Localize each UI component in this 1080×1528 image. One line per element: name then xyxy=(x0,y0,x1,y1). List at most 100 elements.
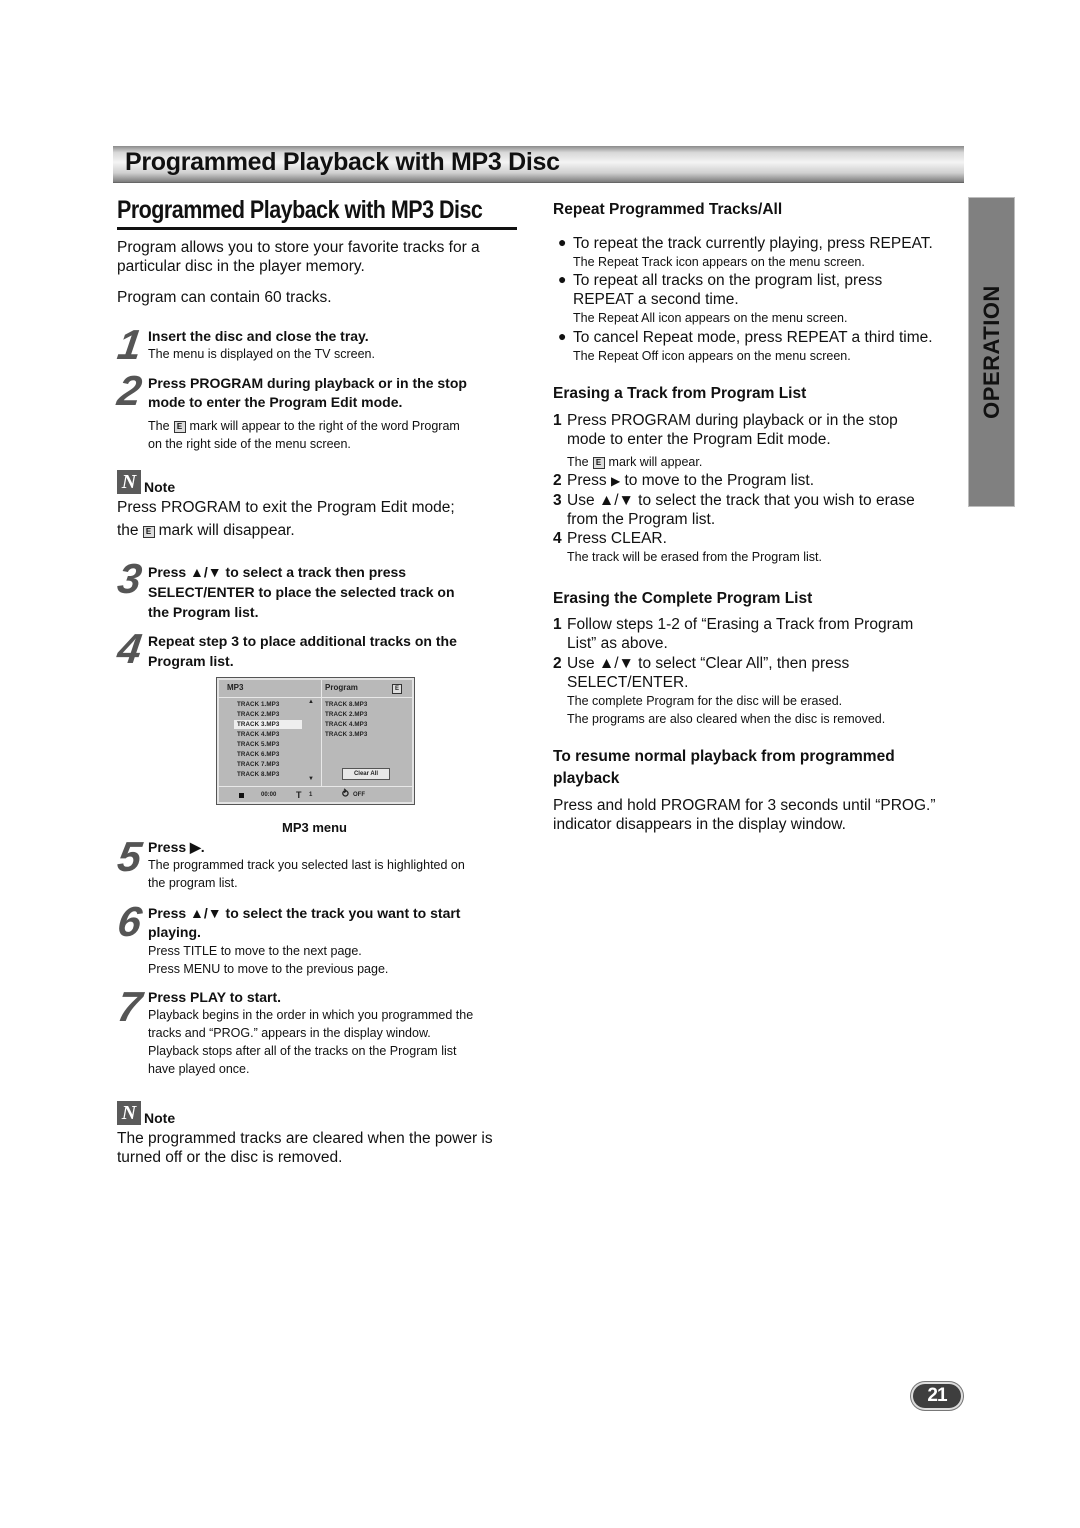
program-item[interactable]: TRACK 3.MP3 xyxy=(325,731,367,738)
erase-all-sub: The programs are also cleared when the d… xyxy=(567,712,886,726)
step-2: Press PROGRAM during playback or in the … xyxy=(148,374,467,453)
step-body: The Emark will appear to the right of the… xyxy=(148,417,467,435)
step-title: the Program list. xyxy=(148,604,259,620)
step-number-3: 3 xyxy=(114,555,145,602)
step-body: The programmed track you selected last i… xyxy=(148,858,465,872)
erase-all-line: Use ▲/▼ to select “Clear All”, then pres… xyxy=(567,655,850,672)
scroll-down-icon[interactable]: ▼ xyxy=(308,776,314,782)
erase-track-heading: Erasing a Track from Program List xyxy=(553,385,807,402)
step-title: SELECT/ENTER to place the selected track… xyxy=(148,584,455,600)
step-title: Press ▶. xyxy=(148,839,205,855)
erase-all-step-text: Use ▲/▼ to select “Clear All”, then pres… xyxy=(567,654,885,728)
note-text: turned off or the disc is removed. xyxy=(117,1149,343,1166)
page-number: 21 xyxy=(927,1385,947,1406)
step-title: Program list. xyxy=(148,653,234,669)
erase-track-steps: 1 Press PROGRAM during playback or in th… xyxy=(553,411,963,566)
edit-mark-icon: E xyxy=(392,684,402,694)
step-body: Press MENU to move to the previous page. xyxy=(148,962,389,976)
track-item[interactable]: TRACK 2.MP3 xyxy=(237,711,279,718)
step-title: Press ▲/▼ to select a track then press xyxy=(148,564,407,580)
track-item[interactable]: TRACK 1.MP3 xyxy=(237,701,279,708)
note-header: N Note xyxy=(117,1101,493,1125)
step-7: Press PLAY to start. Playback begins in … xyxy=(148,989,473,1078)
section-title-underline xyxy=(117,227,517,230)
note-text: The programmed tracks are cleared when t… xyxy=(117,1130,493,1147)
step-1: Insert the disc and close the tray. The … xyxy=(148,327,375,363)
track-item[interactable]: TRACK 7.MP3 xyxy=(237,761,279,768)
erase-step-line: Press PROGRAM during playback or in the … xyxy=(567,412,898,429)
header-banner: Programmed Playback with MP3 Disc xyxy=(113,146,964,183)
erase-step-text: Press PROGRAM during playback or in the … xyxy=(567,411,898,471)
erase-step-4: 4 Press CLEAR. The track will be erased … xyxy=(553,529,963,566)
step-number-5: 5 xyxy=(114,833,145,880)
erase-all-heading: Erasing the Complete Program List xyxy=(553,590,813,607)
track-item[interactable]: TRACK 5.MP3 xyxy=(237,741,279,748)
banner-title: Programmed Playback with MP3 Disc xyxy=(125,148,560,176)
step-3: Press ▲/▼ to select a track then press S… xyxy=(148,562,455,622)
step-num: 3 xyxy=(553,492,562,509)
erase-step-line: Use ▲/▼ to select the track that you wis… xyxy=(567,492,915,509)
note-icon: N xyxy=(117,1101,141,1125)
resume-heading: To resume normal playback from programme… xyxy=(553,746,895,790)
erase-step-text: Press ▶ to move to the Program list. xyxy=(567,471,814,491)
menu-header: MP3 Program E xyxy=(217,678,414,698)
repeat-item-text: To cancel Repeat mode, press REPEAT a th… xyxy=(573,329,933,346)
erase-step-1: 1 Press PROGRAM during playback or in th… xyxy=(553,411,963,471)
step-body: on the right side of the menu screen. xyxy=(148,437,351,451)
step-num: 2 xyxy=(553,472,562,489)
title-number: 1 xyxy=(309,792,313,798)
step-4: Repeat step 3 to place additional tracks… xyxy=(148,631,457,671)
repeat-item-sub: The Repeat All icon appears on the menu … xyxy=(573,311,848,325)
step-body-text: The xyxy=(148,419,170,433)
step-num: 2 xyxy=(553,655,562,672)
erase-step-sub: The track will be erased from the Progra… xyxy=(567,550,822,564)
step-title: mode to enter the Program Edit mode. xyxy=(148,394,403,410)
program-item[interactable]: TRACK 2.MP3 xyxy=(325,711,367,718)
step-num: 1 xyxy=(553,412,562,429)
step-title: Repeat step 3 to place additional tracks… xyxy=(148,633,457,649)
erase-all-line: SELECT/ENTER. xyxy=(567,674,689,691)
step-body-text: mark will appear to the right of the wor… xyxy=(189,419,460,433)
erase-step-line: Press xyxy=(567,472,607,489)
menu-program-header: Program xyxy=(325,683,358,692)
capacity-text: Program can contain 60 tracks. xyxy=(117,289,332,306)
edit-mark-icon: E xyxy=(592,457,605,469)
track-item[interactable]: TRACK 8.MP3 xyxy=(237,771,279,778)
erase-step-line: mode to enter the Program Edit mode. xyxy=(567,431,831,448)
note-2: N Note The programmed tracks are cleared… xyxy=(117,1101,493,1167)
track-item[interactable]: TRACK 6.MP3 xyxy=(237,751,279,758)
intro-line: particular disc in the player memory. xyxy=(117,258,365,275)
clear-all-button[interactable]: Clear All xyxy=(342,768,390,780)
program-item[interactable]: TRACK 4.MP3 xyxy=(325,721,367,728)
resume-body-line: indicator disappears in the display wind… xyxy=(553,816,846,833)
step-number-4: 4 xyxy=(114,625,145,672)
erase-step-text: Use ▲/▼ to select the track that you wis… xyxy=(567,491,915,529)
repeat-item-text: To repeat all tracks on the program list… xyxy=(573,272,883,289)
resume-heading-line: playback xyxy=(553,770,620,787)
erase-all-step-2: 2 Use ▲/▼ to select “Clear All”, then pr… xyxy=(553,654,963,728)
repeat-icon: ⥁ xyxy=(342,789,349,800)
menu-status-bar: 00:00 T 1 ⥁ OFF xyxy=(217,786,414,805)
erase-all-step-1: 1 Follow steps 1-2 of “Erasing a Track f… xyxy=(553,615,963,653)
program-item[interactable]: TRACK 8.MP3 xyxy=(325,701,367,708)
resume-body: Press and hold PROGRAM for 3 seconds unt… xyxy=(553,796,935,834)
repeat-heading: Repeat Programmed Tracks/All xyxy=(553,201,783,218)
repeat-item-sub: The Repeat Track icon appears on the men… xyxy=(573,255,865,269)
scroll-up-icon[interactable]: ▲ xyxy=(308,699,314,705)
erase-step-line: Press CLEAR. xyxy=(567,530,667,547)
step-title: Insert the disc and close the tray. xyxy=(148,328,369,344)
repeat-item-3: To cancel Repeat mode, press REPEAT a th… xyxy=(573,328,933,365)
track-item[interactable]: TRACK 4.MP3 xyxy=(237,731,279,738)
erase-step-line: to move to the Program list. xyxy=(624,472,815,489)
step-title: Press PROGRAM during playback or in the … xyxy=(148,375,467,391)
track-item-selected[interactable]: TRACK 3.MP3 xyxy=(237,721,279,728)
resume-heading-line: To resume normal playback from programme… xyxy=(553,748,895,765)
erase-all-step-text: Follow steps 1-2 of “Erasing a Track fro… xyxy=(567,615,913,653)
side-tab-operation: OPERATION xyxy=(968,197,1015,507)
sub-text: The xyxy=(567,455,589,469)
step-num: 4 xyxy=(553,530,562,547)
step-body: have played once. xyxy=(148,1062,250,1076)
step-number-1: 1 xyxy=(114,321,145,368)
erase-step-text: Press CLEAR. The track will be erased fr… xyxy=(567,529,822,566)
sub-text: mark will appear. xyxy=(608,455,703,469)
